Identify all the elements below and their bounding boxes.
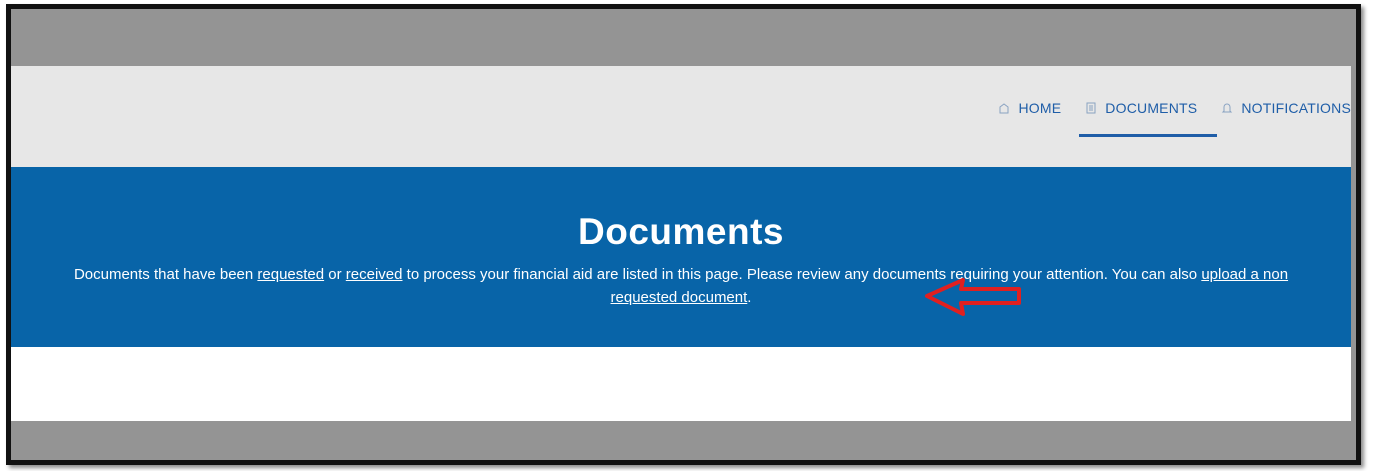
banner-text-3: to process your financial aid are listed…: [402, 266, 1202, 283]
nav-notifications[interactable]: NOTIFICATIONS: [1221, 96, 1351, 120]
top-gray-bar: [11, 9, 1356, 66]
requested-link[interactable]: requested: [257, 266, 324, 283]
documents-banner: Documents Documents that have been reque…: [11, 167, 1351, 347]
bottom-gray-bar: [11, 421, 1356, 460]
nav-links: HOME DOCUMENTS NOTIFICATIONS: [974, 96, 1351, 137]
page-title: Documents: [578, 211, 784, 252]
received-link[interactable]: received: [346, 266, 403, 283]
nav-documents-label: DOCUMENTS: [1105, 100, 1198, 116]
banner-description: Documents that have been requested or re…: [51, 263, 1311, 309]
banner-text-1: Documents that have been: [73, 266, 258, 283]
screenshot-frame: HOME DOCUMENTS NOTIFICATIONS Documents D…: [6, 4, 1361, 465]
nav-home[interactable]: HOME: [998, 96, 1061, 120]
red-arrow-annotation: [925, 278, 1021, 316]
home-icon: [998, 102, 1010, 114]
banner-text-2: or: [324, 266, 346, 283]
nav-documents[interactable]: DOCUMENTS: [1079, 96, 1218, 137]
banner-text-4: .: [747, 289, 752, 306]
bell-icon: [1221, 102, 1233, 114]
nav-notifications-label: NOTIFICATIONS: [1241, 100, 1351, 116]
navbar: HOME DOCUMENTS NOTIFICATIONS: [11, 66, 1351, 167]
content-area: [11, 347, 1351, 421]
nav-home-label: HOME: [1018, 100, 1062, 116]
document-icon: [1085, 102, 1097, 114]
